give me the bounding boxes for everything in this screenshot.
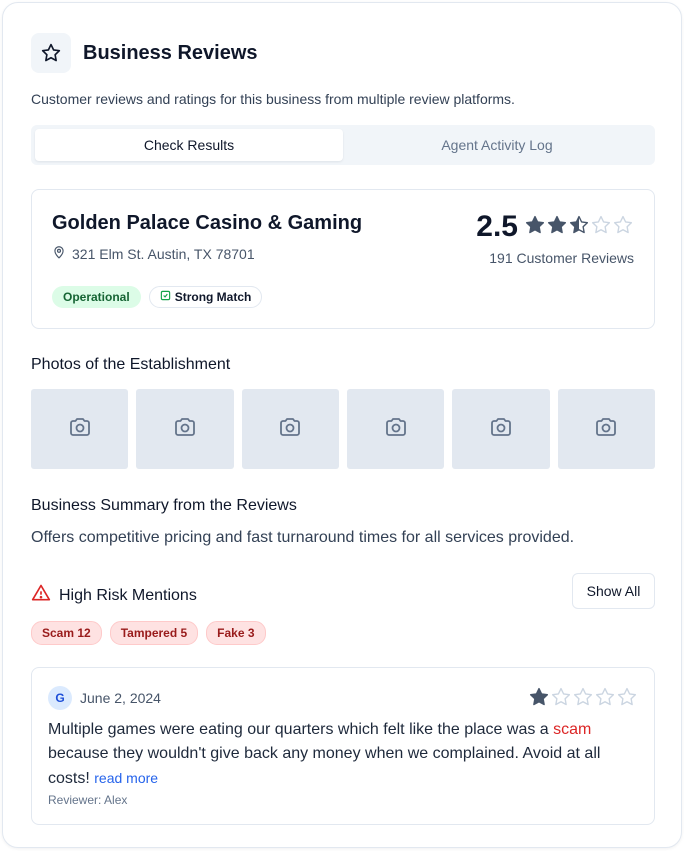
camera-icon: [384, 415, 408, 444]
review-author: Reviewer: Alex: [48, 793, 128, 807]
warning-triangle-icon: [31, 583, 51, 608]
match-badge: Strong Match: [148, 286, 263, 308]
review-date: June 2, 2024: [80, 690, 161, 706]
tab-agent-activity-log[interactable]: Agent Activity Log: [343, 129, 651, 161]
star-icon: [31, 33, 71, 73]
photo-thumbnail[interactable]: [31, 389, 129, 469]
photo-thumbnail[interactable]: [136, 389, 234, 469]
business-name: Golden Palace Casino & Gaming: [52, 212, 363, 234]
star-filled-icon: [528, 686, 550, 713]
risk-heading: High Risk Mentions: [31, 583, 197, 608]
star-empty-icon: [594, 686, 616, 713]
status-badge: Operational: [52, 286, 141, 308]
camera-icon: [278, 415, 302, 444]
risk-tags: Scam 12 Tampered 5 Fake 3: [31, 621, 266, 645]
avatar: G: [48, 686, 72, 710]
review-count: 191 Customer Reviews: [489, 250, 634, 266]
star-empty-icon: [612, 214, 634, 241]
risk-tag-fake[interactable]: Fake 3: [206, 621, 266, 645]
read-more-link[interactable]: read more: [94, 770, 158, 786]
photo-thumbnail[interactable]: [452, 389, 550, 469]
camera-icon: [68, 415, 92, 444]
review-highlight: scam: [553, 721, 592, 738]
rating-stars: [524, 214, 634, 241]
star-empty-icon: [572, 686, 594, 713]
business-info-panel: Golden Palace Casino & Gaming 321 Elm St…: [31, 189, 655, 329]
business-address: 321 Elm St. Austin, TX 78701: [52, 245, 255, 262]
review-text: Multiple games were eating our quarters …: [48, 718, 628, 791]
map-pin-icon: [52, 245, 66, 262]
summary-text: Offers competitive pricing and fast turn…: [31, 529, 575, 546]
tab-bar: Check Results Agent Activity Log: [31, 125, 655, 165]
match-badge-label: Strong Match: [174, 290, 252, 304]
risk-title: High Risk Mentions: [59, 586, 197, 604]
page-subtitle: Customer reviews and ratings for this bu…: [31, 91, 515, 107]
card-header: Business Reviews: [31, 33, 258, 73]
photo-thumbnail[interactable]: [241, 389, 339, 469]
photo-thumbnail[interactable]: [557, 389, 655, 469]
star-empty-icon: [550, 686, 572, 713]
photo-thumbnail[interactable]: [346, 389, 445, 469]
camera-icon: [173, 415, 197, 444]
review-stars: [528, 686, 638, 713]
photos-heading: Photos of the Establishment: [31, 356, 231, 373]
rating-summary: 2.5 191 Customer Reviews: [476, 210, 634, 266]
page-title: Business Reviews: [83, 41, 258, 64]
camera-icon: [489, 415, 513, 444]
star-filled-icon: [524, 214, 546, 241]
summary-heading: Business Summary from the Reviews: [31, 497, 297, 514]
tab-check-results[interactable]: Check Results: [35, 129, 343, 161]
camera-icon: [594, 415, 618, 444]
business-reviews-card: Business Reviews Customer reviews and ra…: [2, 2, 682, 848]
risk-tag-tampered[interactable]: Tampered 5: [109, 621, 199, 645]
star-half-icon: [568, 214, 590, 241]
business-badges: Operational Strong Match: [52, 286, 263, 308]
risk-tag-scam[interactable]: Scam 12: [31, 621, 102, 645]
star-empty-icon: [616, 686, 638, 713]
check-square-icon: [160, 290, 171, 304]
photo-gallery: [31, 389, 655, 469]
star-empty-icon: [590, 214, 612, 241]
star-filled-icon: [546, 214, 568, 241]
review-card: G June 2, 2024 Multiple games were eatin…: [31, 667, 655, 825]
review-text-start: Multiple games were eating our quarters …: [48, 721, 554, 738]
address-text: 321 Elm St. Austin, TX 78701: [72, 245, 255, 262]
show-all-button[interactable]: Show All: [572, 573, 655, 609]
rating-value: 2.5: [476, 210, 518, 243]
